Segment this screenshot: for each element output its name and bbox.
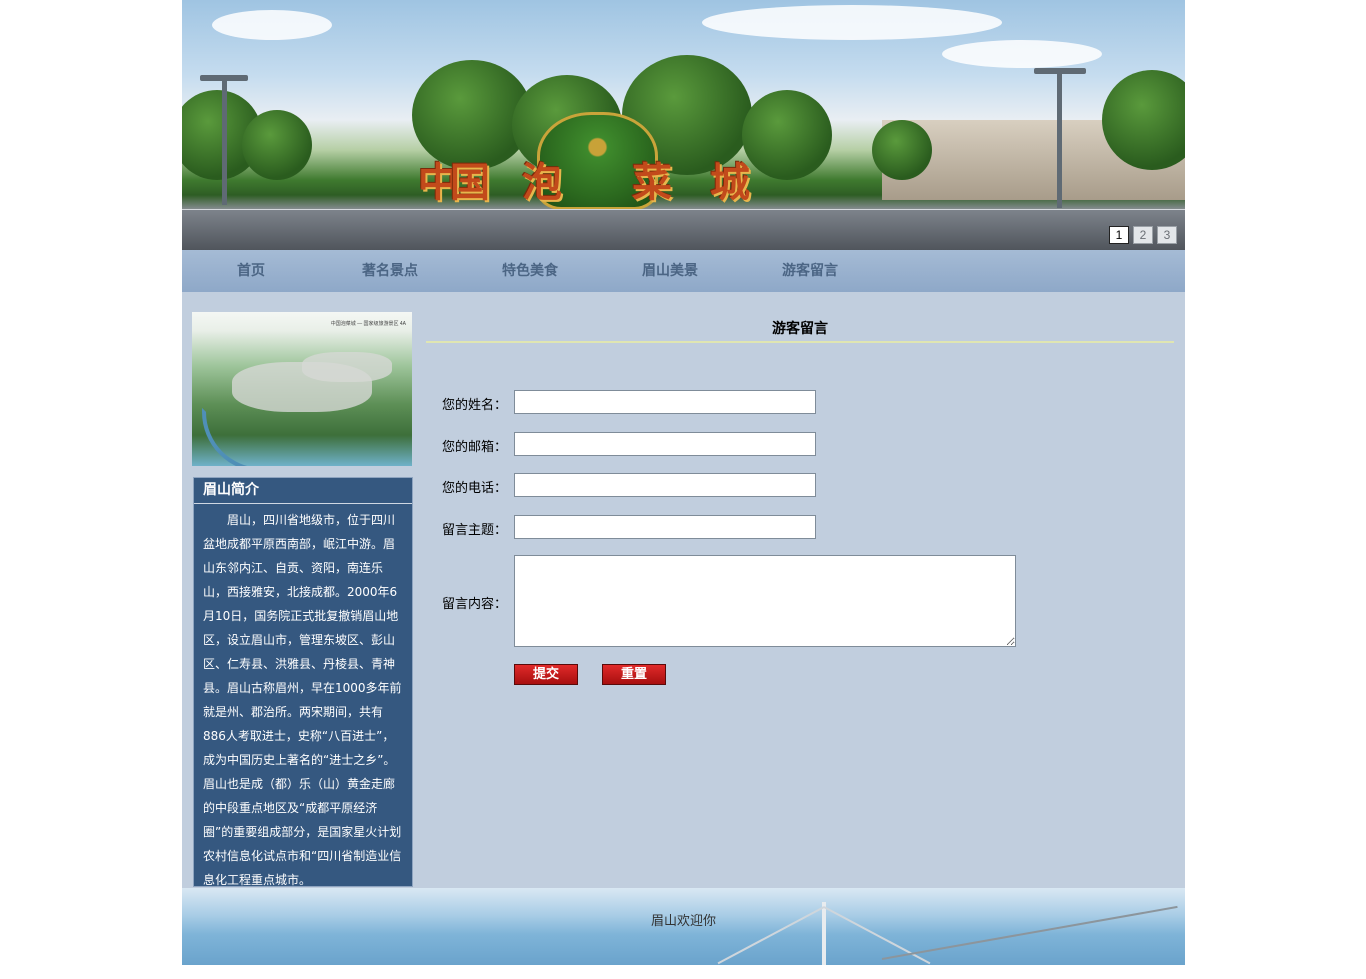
phone-input[interactable] — [514, 473, 816, 497]
banner-carousel: 中 国 泡 菜 城 1 2 3 — [182, 0, 1185, 250]
street-lamp — [1057, 68, 1062, 208]
tree — [742, 90, 832, 180]
slide-dot-1[interactable]: 1 — [1109, 226, 1129, 244]
title-divider — [426, 341, 1174, 343]
nav-item-guestbook[interactable]: 游客留言 — [782, 250, 838, 292]
intro-title: 眉山简介 — [194, 478, 412, 504]
phone-label: 您的电话： — [442, 481, 508, 496]
content-label: 留言内容： — [442, 597, 508, 612]
aerial-view-image: 中国泡菜城 — 国家级旅游景区 4A — [192, 312, 412, 466]
nav-item-home[interactable]: 首页 — [237, 250, 265, 292]
road — [182, 210, 1185, 250]
name-input[interactable] — [514, 390, 816, 414]
email-input[interactable] — [514, 432, 816, 456]
tree — [242, 110, 312, 180]
logo-character: 菜 — [632, 159, 672, 206]
reset-button[interactable]: 重置 — [602, 664, 666, 685]
nav-item-scenery[interactable]: 眉山美景 — [642, 250, 698, 292]
building-complex — [302, 352, 392, 382]
nav-item-food[interactable]: 特色美食 — [502, 250, 558, 292]
intro-panel: 眉山简介 眉山，四川省地级市，位于四川盆地成都平原西南部，岷江中游。眉山东邻内江… — [193, 477, 413, 887]
slide-dot-2[interactable]: 2 — [1133, 226, 1153, 244]
subject-input[interactable] — [514, 515, 816, 539]
street-lamp-head — [1034, 68, 1086, 74]
content-textarea[interactable] — [514, 555, 1016, 647]
image-caption: 中国泡菜城 — 国家级旅游景区 4A — [330, 321, 406, 327]
nav-item-attractions[interactable]: 著名景点 — [362, 250, 418, 292]
logo-character: 泡 — [522, 159, 562, 206]
main-nav: 首页 著名景点 特色美食 眉山美景 游客留言 — [182, 250, 1185, 292]
slide-pagination: 1 2 3 — [1109, 226, 1177, 244]
slide-dot-3[interactable]: 3 — [1157, 226, 1177, 244]
footer: 眉山欢迎你 — [182, 888, 1185, 965]
subject-label: 留言主题： — [442, 523, 508, 538]
cloud — [212, 10, 332, 40]
page-title: 游客留言 — [772, 321, 828, 337]
email-label: 您的邮箱： — [442, 440, 508, 455]
intro-text: 眉山，四川省地级市，位于四川盆地成都平原西南部，岷江中游。眉山东邻内江、自贡、资… — [203, 513, 402, 887]
page-container: 中 国 泡 菜 城 1 2 3 首页 著名景点 特色美食 眉山美景 游客留言 中… — [182, 0, 1185, 965]
street-lamp-head — [200, 75, 248, 81]
name-label: 您的姓名： — [442, 398, 508, 413]
cloud — [942, 40, 1102, 68]
street-lamp — [222, 75, 227, 205]
submit-button[interactable]: 提交 — [514, 664, 578, 685]
river — [202, 408, 330, 466]
logo-character: 城 — [710, 159, 750, 206]
logo-character: 国 — [450, 159, 490, 206]
cloud — [702, 5, 1002, 40]
footer-text: 眉山欢迎你 — [650, 914, 716, 929]
tree — [872, 120, 932, 180]
